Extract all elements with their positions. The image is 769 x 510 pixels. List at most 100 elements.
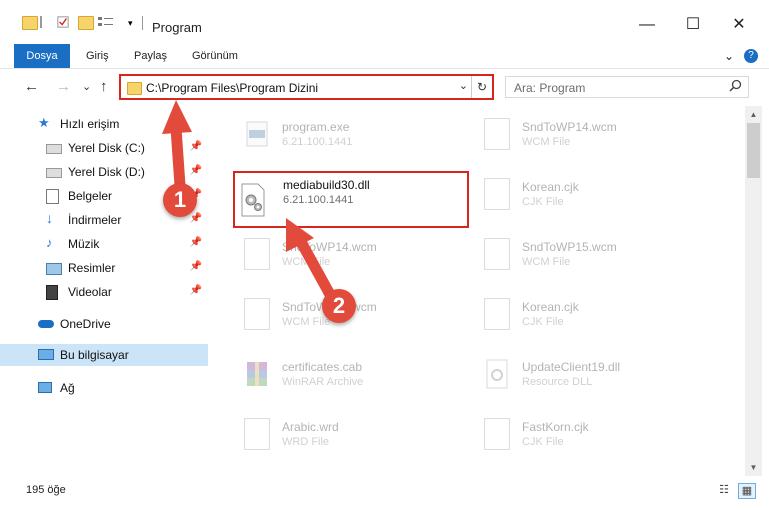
videos-icon: [46, 285, 58, 300]
file-name: FastKorn.cjk: [522, 420, 589, 434]
customize-toolbar-icon[interactable]: ▾: [128, 18, 142, 30]
tab-share[interactable]: Paylaş: [134, 44, 167, 68]
sidebar-item-label: OneDrive: [60, 317, 111, 331]
pin-icon[interactable]: 📌: [190, 213, 202, 224]
list-item[interactable]: SndToWP15.wcm WCM File: [476, 230, 706, 280]
sidebar-item-label: Belgeler: [68, 189, 113, 203]
address-bar[interactable]: C:\Program Files\Program Dizini ⌄ ↻: [119, 74, 494, 100]
sidebar-item-onedrive[interactable]: OneDrive: [0, 313, 208, 335]
file-detail: 6.21.100.1441: [282, 136, 353, 148]
file-name: SndToWP14.wcm: [282, 240, 377, 254]
sidebar-item-label: Yerel Disk (D:): [68, 165, 145, 179]
scroll-up-icon[interactable]: ▲: [745, 106, 762, 123]
properties-icon[interactable]: [56, 16, 70, 28]
file-name: mediabuild30.dll: [283, 178, 370, 192]
file-name: Korean.cjk: [522, 300, 579, 314]
file-detail: WRD File: [282, 436, 330, 448]
list-item[interactable]: certificates.cab WinRAR Archive: [236, 350, 466, 400]
search-input[interactable]: Ara: Program: [505, 76, 749, 98]
vertical-scrollbar[interactable]: ▲ ▼: [745, 106, 762, 476]
list-item[interactable]: Korean.cjk CJK File: [476, 290, 706, 340]
back-button[interactable]: ←: [24, 78, 39, 95]
sidebar-item-label: Yerel Disk (C:): [68, 141, 145, 155]
scroll-down-icon[interactable]: ▼: [745, 459, 762, 476]
file-icon: [484, 178, 510, 210]
search-icon[interactable]: [729, 79, 742, 92]
file-detail: CJK File: [522, 316, 564, 328]
file-icon: [484, 238, 510, 270]
large-icons-view-icon[interactable]: ▦: [738, 483, 756, 499]
list-item[interactable]: FastKorn.cjk CJK File: [476, 410, 706, 460]
tab-view[interactable]: Görünüm: [192, 44, 238, 68]
list-item[interactable]: SndToWP14.wcm WCM File: [476, 110, 706, 160]
list-item[interactable]: Arabic.wrd WRD File: [236, 410, 466, 460]
file-detail: WCM File: [522, 256, 571, 268]
winrar-icon: [247, 362, 267, 386]
new-folder-icon[interactable]: [78, 16, 94, 30]
window-title: Program: [152, 20, 202, 35]
step-1-callout: 1: [163, 183, 197, 217]
up-button[interactable]: ↑: [100, 78, 108, 95]
sidebar-item-disk-d[interactable]: Yerel Disk (D:) 📌: [0, 161, 208, 183]
sidebar-item-network[interactable]: Ağ: [0, 377, 208, 399]
sidebar-item-label: Bu bilgisayar: [60, 348, 129, 362]
details-view-icon[interactable]: ☷: [716, 483, 732, 497]
sidebar-item-this-pc[interactable]: Bu bilgisayar: [0, 344, 208, 366]
highlighted-file-item[interactable]: mediabuild30.dll 6.21.100.1441: [233, 171, 469, 228]
list-item[interactable]: Korean.cjk CJK File: [476, 170, 706, 220]
sidebar-item-label: Videolar: [68, 285, 112, 299]
title-bar: ▾ Program — ☐ ✕: [0, 0, 769, 44]
star-icon: ★: [38, 115, 50, 130]
step-2-callout: 2: [322, 289, 356, 323]
recent-locations-button[interactable]: ⌄: [82, 80, 91, 93]
file-name: Korean.cjk: [522, 180, 579, 194]
file-detail: Resource DLL: [522, 376, 593, 388]
file-detail: 6.21.100.1441: [283, 194, 354, 206]
file-detail: CJK File: [522, 196, 564, 208]
drive-icon: [46, 168, 62, 178]
dll-icon: [486, 359, 508, 389]
sidebar-item-music[interactable]: ♪ Müzik 📌: [0, 233, 208, 255]
file-icon: [484, 418, 510, 450]
pin-icon[interactable]: 📌: [190, 285, 202, 296]
file-name: SndToWP15.wcm: [522, 240, 617, 254]
sidebar-item-quick-access[interactable]: ★ Hızlı erişim: [0, 113, 208, 135]
file-name: UpdateClient19.dll: [522, 360, 621, 374]
list-item[interactable]: program.exe 6.21.100.1441: [236, 110, 466, 160]
quick-access-toolbar-icon[interactable]: [98, 16, 114, 28]
file-icon: [244, 298, 270, 330]
exe-icon: [246, 121, 268, 147]
ribbon: Dosya Giriş Paylaş Görünüm ⌄ ?: [0, 44, 769, 69]
network-icon: [38, 382, 52, 393]
pin-icon[interactable]: 📌: [190, 261, 202, 272]
forward-button[interactable]: →: [56, 78, 71, 95]
folder-icon: [127, 82, 142, 95]
close-button[interactable]: ✕: [716, 10, 762, 40]
dll-gear-icon: [241, 183, 265, 217]
sidebar-item-disk-c[interactable]: Yerel Disk (C:) 📌: [0, 137, 208, 159]
list-item[interactable]: SndToWP14.wcm WCM File: [236, 230, 466, 280]
scrollbar-thumb[interactable]: [747, 123, 760, 178]
list-item[interactable]: UpdateClient19.dll Resource DLL: [476, 350, 706, 400]
minimize-button[interactable]: —: [624, 10, 670, 40]
address-dropdown-icon[interactable]: ⌄: [459, 79, 468, 92]
pin-icon[interactable]: 📌: [190, 141, 202, 152]
help-icon[interactable]: ?: [744, 49, 758, 63]
address-row: ← → ⌄ ↑ C:\Program Files\Program Dizini …: [0, 69, 769, 105]
pin-icon[interactable]: 📌: [190, 237, 202, 248]
address-path[interactable]: C:\Program Files\Program Dizini: [146, 81, 318, 95]
file-icon: [484, 118, 510, 150]
music-icon: ♪: [46, 235, 53, 250]
file-detail: WCM File: [282, 256, 331, 268]
tab-home[interactable]: Giriş: [86, 44, 109, 68]
separator: [40, 16, 42, 28]
sidebar-item-pictures[interactable]: Resimler 📌: [0, 257, 208, 279]
chevron-down-icon[interactable]: ⌄: [724, 44, 734, 68]
sidebar-item-videos[interactable]: Videolar 📌: [0, 281, 208, 303]
documents-icon: [46, 189, 59, 204]
maximize-button[interactable]: ☐: [670, 10, 716, 40]
file-detail: WinRAR Archive: [282, 376, 364, 388]
pin-icon[interactable]: 📌: [190, 165, 202, 176]
tab-file[interactable]: Dosya: [14, 44, 70, 68]
refresh-button[interactable]: ↻: [471, 76, 492, 98]
